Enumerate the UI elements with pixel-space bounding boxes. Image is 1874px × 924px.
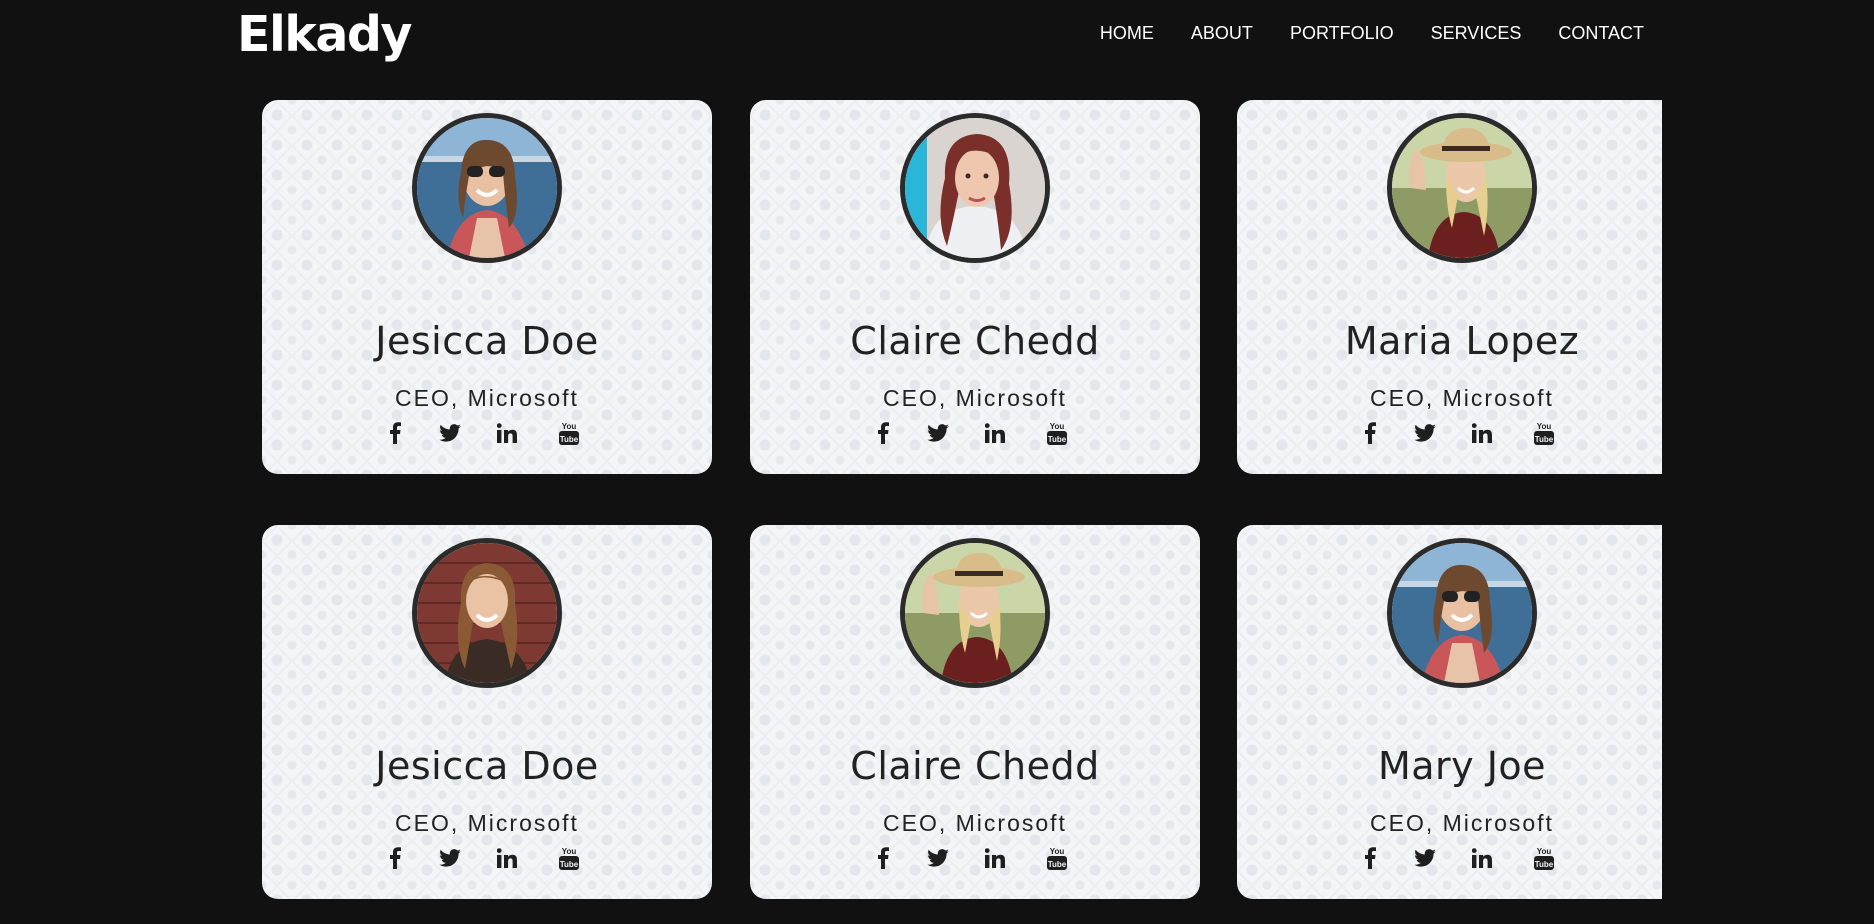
portrait-image <box>1392 543 1532 683</box>
member-name: Jesicca Doe <box>375 744 599 788</box>
member-name: Maria Lopez <box>1344 319 1580 363</box>
twitter-icon[interactable] <box>435 843 465 873</box>
svg-text:Tube: Tube <box>1535 435 1554 444</box>
linkedin-icon[interactable] <box>980 418 1010 448</box>
social-links: You Tube <box>750 843 1200 873</box>
facebook-icon[interactable] <box>380 843 410 873</box>
team-card: Jesicca Doe CEO, Microsoft You Tube <box>262 100 712 474</box>
twitter-icon[interactable] <box>923 843 953 873</box>
svg-text:You: You <box>1537 847 1552 856</box>
member-role: CEO, Microsoft <box>395 810 579 836</box>
youtube-icon[interactable]: You Tube <box>554 418 584 448</box>
facebook-icon[interactable] <box>1355 418 1385 448</box>
twitter-icon[interactable] <box>1410 843 1440 873</box>
youtube-icon[interactable]: You Tube <box>1529 418 1559 448</box>
social-links: You Tube <box>1237 843 1662 873</box>
social-links: You Tube <box>1237 418 1662 448</box>
avatar <box>900 113 1050 263</box>
svg-text:You: You <box>1050 422 1065 431</box>
team-card: Mary Joe CEO, Microsoft You Tube <box>1237 525 1662 899</box>
youtube-icon[interactable]: You Tube <box>1042 418 1072 448</box>
member-name: Jesicca Doe <box>375 319 599 363</box>
svg-text:You: You <box>1537 422 1552 431</box>
twitter-icon[interactable] <box>923 418 953 448</box>
team-card: Claire Chedd CEO, Microsoft You Tube <box>750 525 1200 899</box>
avatar <box>412 538 562 688</box>
portrait-image <box>417 543 557 683</box>
linkedin-icon[interactable] <box>1467 843 1497 873</box>
member-role: CEO, Microsoft <box>395 385 579 411</box>
linkedin-icon[interactable] <box>492 418 522 448</box>
svg-text:Tube: Tube <box>1535 860 1554 869</box>
svg-text:Tube: Tube <box>560 860 579 869</box>
facebook-icon[interactable] <box>868 843 898 873</box>
avatar <box>412 113 562 263</box>
social-links: You Tube <box>262 843 712 873</box>
portrait-image <box>1392 118 1532 258</box>
linkedin-icon[interactable] <box>1467 418 1497 448</box>
twitter-icon[interactable] <box>1410 418 1440 448</box>
team-card: Claire Chedd CEO, Microsoft You Tube <box>750 100 1200 474</box>
facebook-icon[interactable] <box>1355 843 1385 873</box>
youtube-icon[interactable]: You Tube <box>1042 843 1072 873</box>
team-grid: Jesicca Doe CEO, Microsoft You Tube Clai… <box>0 0 1662 924</box>
team-card: Jesicca Doe CEO, Microsoft You Tube <box>262 525 712 899</box>
member-role: CEO, Microsoft <box>883 810 1067 836</box>
svg-text:You: You <box>562 422 577 431</box>
portrait-image <box>905 543 1045 683</box>
member-role: CEO, Microsoft <box>883 385 1067 411</box>
facebook-icon[interactable] <box>380 418 410 448</box>
portrait-image <box>417 118 557 258</box>
facebook-icon[interactable] <box>868 418 898 448</box>
social-links: You Tube <box>262 418 712 448</box>
youtube-icon[interactable]: You Tube <box>1529 843 1559 873</box>
linkedin-icon[interactable] <box>492 843 522 873</box>
member-name: Mary Joe <box>1377 744 1547 788</box>
svg-text:You: You <box>562 847 577 856</box>
avatar <box>1387 113 1537 263</box>
svg-text:Tube: Tube <box>1048 435 1067 444</box>
svg-text:Tube: Tube <box>1048 860 1067 869</box>
avatar <box>900 538 1050 688</box>
member-role: CEO, Microsoft <box>1370 385 1554 411</box>
twitter-icon[interactable] <box>435 418 465 448</box>
page: Elkady HOME ABOUT PORTFOLIO SERVICES CON… <box>0 0 1874 924</box>
svg-text:Tube: Tube <box>560 435 579 444</box>
member-name: Claire Chedd <box>850 744 1100 788</box>
team-card: Maria Lopez CEO, Microsoft You Tube <box>1237 100 1662 474</box>
member-role: CEO, Microsoft <box>1370 810 1554 836</box>
youtube-icon[interactable]: You Tube <box>554 843 584 873</box>
linkedin-icon[interactable] <box>980 843 1010 873</box>
social-links: You Tube <box>750 418 1200 448</box>
member-name: Claire Chedd <box>850 319 1100 363</box>
avatar <box>1387 538 1537 688</box>
svg-text:You: You <box>1050 847 1065 856</box>
portrait-image <box>905 118 1045 258</box>
